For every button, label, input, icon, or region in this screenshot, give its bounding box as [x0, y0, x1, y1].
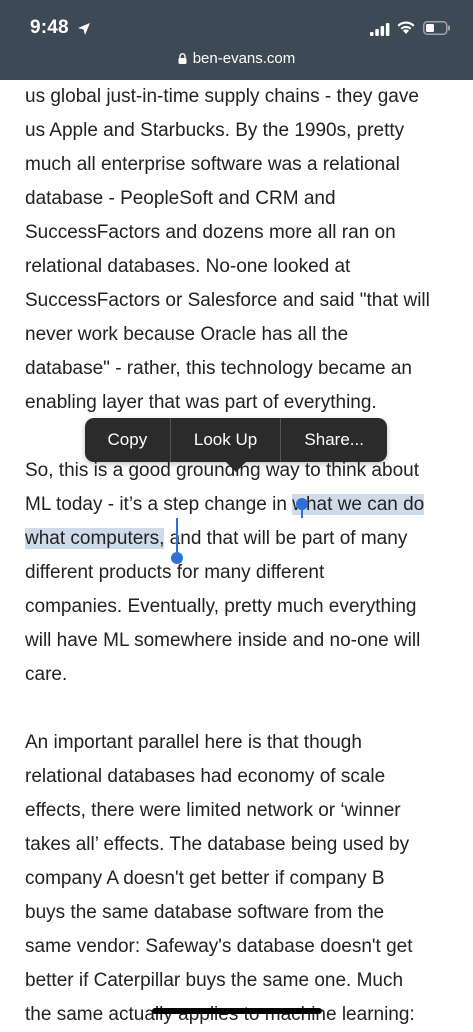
- callout-pointer: [225, 461, 247, 472]
- edit-callout-menu: Copy Look Up Share...: [85, 418, 387, 462]
- text-fragment: and that will be part of many: [164, 528, 408, 549]
- wifi-icon: [397, 21, 415, 34]
- battery-icon: [423, 21, 450, 35]
- browser-header: 9:48 ben-evans.com: [0, 0, 473, 80]
- text-line: company A doesn't get better if company …: [25, 868, 385, 889]
- text-line: buys the same database software from the: [25, 902, 385, 923]
- selection-end-caret: [176, 518, 178, 552]
- paragraph-3: An important parallel here is that thoug…: [25, 726, 455, 1032]
- text-line: will have ML somewhere inside and no-one…: [25, 630, 421, 651]
- text-line: what computers, and that will be part of…: [25, 522, 455, 556]
- text-line: SuccessFactors and dozens more all ran o…: [25, 222, 396, 243]
- text-line: database - PeopleSoft and CRM and: [25, 188, 336, 209]
- selection-end-handle[interactable]: [171, 552, 183, 564]
- text-line: same vendor: Safeway's database doesn't …: [25, 936, 413, 957]
- lock-icon: [178, 53, 187, 64]
- text-line: ML today - it’s a step change in what we…: [25, 488, 455, 522]
- home-indicator[interactable]: [152, 1008, 322, 1014]
- selected-text[interactable]: what computers,: [25, 528, 165, 549]
- text-line: takes all’ effects. The database being u…: [25, 834, 410, 855]
- paragraph-1: us global just-in-time supply chains - t…: [25, 80, 455, 420]
- text-line: relational databases. No-one looked at: [25, 256, 351, 277]
- text-line: never work because Oracle has all the: [25, 324, 349, 345]
- text-line: us global just-in-time supply chains - t…: [25, 86, 419, 107]
- look-up-button[interactable]: Look Up: [169, 418, 281, 462]
- text-line: database" - rather, this technology beca…: [25, 358, 412, 379]
- text-line: different products for many different: [25, 562, 325, 583]
- text-line: SuccessFactors or Salesforce and said "t…: [25, 290, 430, 311]
- paragraph-2: So, this is a good grounding way to thin…: [25, 454, 455, 692]
- location-arrow-icon: [78, 23, 90, 35]
- text-line: care.: [25, 664, 68, 685]
- status-time: 9:48: [30, 17, 69, 38]
- text-fragment: ML today - it’s a step change in: [25, 494, 293, 515]
- text-line: An important parallel here is that thoug…: [25, 732, 362, 753]
- selected-text[interactable]: what we can do: [292, 494, 425, 515]
- text-line: relational databases had economy of scal…: [25, 766, 386, 787]
- article-body[interactable]: us global just-in-time supply chains - t…: [25, 80, 455, 1032]
- text-line: better if Caterpillar buys the same one.…: [25, 970, 404, 991]
- cellular-signal-icon: [370, 23, 390, 36]
- text-line: companies. Eventually, pretty much every…: [25, 596, 417, 617]
- text-line: the same actually applies to machine lea…: [25, 1004, 415, 1025]
- text-line: effects, there were limited network or ‘…: [25, 800, 401, 821]
- text-line: us Apple and Starbucks. By the 1990s, pr…: [25, 120, 405, 141]
- copy-button[interactable]: Copy: [85, 418, 170, 462]
- text-line: much all enterprise software was a relat…: [25, 154, 400, 175]
- selection-start-caret: [301, 504, 303, 518]
- text-line: enabling layer that was part of everythi…: [25, 392, 377, 413]
- url-bar[interactable]: ben-evans.com: [0, 50, 473, 67]
- share-button[interactable]: Share...: [280, 418, 387, 462]
- url-domain: ben-evans.com: [192, 50, 296, 67]
